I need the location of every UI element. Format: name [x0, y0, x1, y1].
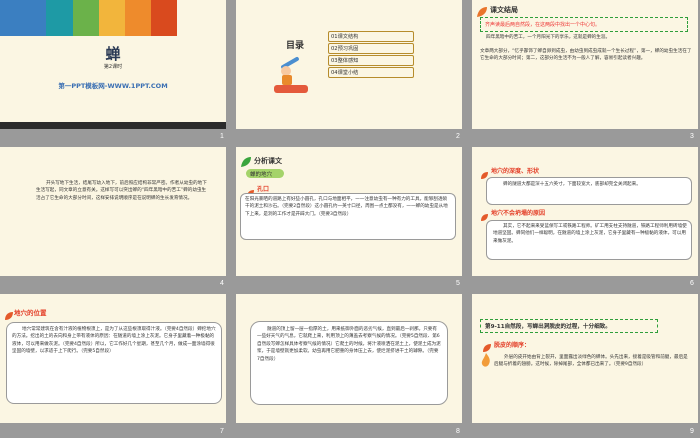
- heading-box: 第9-11自然段，写蝉出洞脱皮的过程，十分细致。: [480, 319, 658, 333]
- slide-thumbnail-4[interactable]: 开头写地下生活，结尾写幼入地下，前后照应结构非常严密。作者从幼虫的地下生活写起，…: [0, 147, 226, 276]
- slide-thumbnail-2[interactable]: 目录 01课文结构 02预习巩固 03整体感知 04课堂小结: [236, 0, 462, 129]
- slide-thumbnail-8[interactable]: 隧道的顶上留一层一指厚的土，用来抵御外面的恶劣气候，直到最后一刹那。只要有一些好…: [236, 294, 462, 423]
- content-box: 在阳光暴晒的道路上有好些小圆孔，孔口与地面相平，一一注意幼虫有一种有力的工具，能…: [240, 193, 456, 240]
- paragraph-2: 其实，它不起来来受蓝保写工或铁路工程师。矿工用支柱支持隧道，铁路工程师利用砖墙使…: [493, 224, 687, 244]
- content-box-1: 蝉的隧道大都是深十五六英寸，下面较宽大，底部却完全关闭起来。: [486, 177, 692, 205]
- section-subtitle: 孔口: [257, 186, 270, 193]
- slide-title: 地穴的位置: [14, 309, 47, 317]
- content-box-2: 其实，它不起来来受蓝保写工或铁路工程师。矿工用支柱支持隧道，铁路工程师利用砖墙使…: [486, 220, 692, 260]
- paragraph-1: 四年黑暗中的苦工，一个月阳光下的享乐，这就是蝉的生涯。: [486, 35, 611, 40]
- slide-thumbnail-3[interactable]: 课文结局 齐声读最后两自然段，在这两段中找出一个中心句。 四年黑暗中的苦工，一个…: [472, 0, 698, 129]
- slide-thumbnail-1[interactable]: 蝉 第2课时 第一PPT模板网-WWW.1PPT.COM: [0, 0, 226, 129]
- title-leaf-icon: [4, 306, 14, 320]
- content-box: 隧道的顶上留一层一指厚的土，用来抵御外面的恶劣气候，直到最后一刹那。只要有一些好…: [250, 321, 448, 405]
- bottom-bar: [0, 122, 226, 129]
- brand-text: 第一PPT模板网-WWW.1PPT.COM: [58, 82, 168, 90]
- toc-heading: 目录: [286, 41, 305, 51]
- slide-number-5: 5: [456, 280, 460, 287]
- subtitle-leaf-icon: [482, 338, 492, 352]
- paragraph: 在阳光暴晒的道路上有好些小圆孔，孔口与地面相平，一一注意幼虫有一种有力的工具，能…: [245, 197, 448, 217]
- paragraph: 地穴常常建筑在含有汁液的植物根须上，是为了从这些根须取得汁液。（完要4自然段）蝉…: [12, 327, 216, 355]
- color-bar-6: [125, 0, 151, 36]
- slide-title: 课文结局: [490, 6, 518, 14]
- heading-leaf-icon-1: [480, 165, 489, 179]
- slide-thumbnail-7[interactable]: 地穴的位置 地穴常常建筑在含有汁液的植物根须上，是为了从这些根须取得汁液。（完要…: [0, 294, 226, 423]
- slide-number-7: 7: [220, 428, 224, 435]
- color-bar-4: [73, 0, 99, 36]
- decoration-flame-icon: [480, 352, 492, 368]
- heading-leaf-icon-2: [480, 207, 489, 221]
- color-bars: [0, 0, 226, 36]
- color-bar-1: [0, 0, 26, 36]
- paragraph: 开头写地下生活，结尾写幼入地下，前后照应结构非常严密。作者从幼虫的地下生活写起，…: [36, 181, 207, 201]
- slide-number-6: 6: [690, 280, 694, 287]
- subtitle-leaf-icon: [246, 183, 255, 197]
- title-leaf-icon: [476, 3, 488, 17]
- title-leaf-icon: [240, 153, 252, 167]
- paragraph-2: 文章两大部分，“忆乎鄙饰了蝉自卵到成虫，由幼虫到成虫成就一个生长过程”，第一，蝉…: [480, 49, 692, 62]
- paragraph-1: 蝉的隧道大都是深十五六英寸，下面较宽大，底部却完全关闭起来。: [503, 182, 641, 187]
- toc-item-4[interactable]: 04课堂小结: [328, 67, 414, 78]
- color-bar-2: [26, 0, 46, 36]
- slide-number-8: 8: [456, 428, 460, 435]
- slide-number-2: 2: [456, 133, 460, 140]
- toc-item-2[interactable]: 02预习巩固: [328, 43, 414, 54]
- slide-number-3: 3: [690, 133, 694, 140]
- section-subtitle: 脱皮的顺序：: [494, 342, 531, 349]
- heading-depth-shape: 地穴的深度、形状: [491, 168, 540, 175]
- slide-subtitle: 第2课时: [103, 64, 123, 70]
- paragraph: 外层的皮开始由背上裂开，里面露出淡绿色的蝉体。头先出来，接着是吸管和前腿，最后是…: [494, 355, 688, 368]
- slide-title: 分析课文: [254, 157, 282, 165]
- slide-thumbnail-6[interactable]: 地穴的深度、形状 蝉的隧道大都是深十五六英寸，下面较宽大，底部却完全关闭起来。 …: [472, 147, 698, 276]
- toc-item-1[interactable]: 01课文结构: [328, 31, 414, 42]
- slide-thumbnail-9[interactable]: 第9-11自然段，写蝉出洞脱皮的过程，十分细致。 脱皮的顺序： 外层的皮开始由背…: [472, 294, 698, 423]
- color-bar-3: [46, 0, 73, 36]
- slide-number-4: 4: [220, 280, 224, 287]
- heading-reason: 地穴不会坍塌的原因: [491, 210, 546, 217]
- toc-item-3[interactable]: 03整体感知: [328, 55, 414, 66]
- color-bar-5: [99, 0, 125, 36]
- decoration-character-icon: [274, 55, 308, 95]
- slide-number-9: 9: [690, 428, 694, 435]
- content-box: 地穴常常建筑在含有汁液的植物根须上，是为了从这些根须取得汁液。（完要4自然段）蝉…: [6, 322, 222, 404]
- slide-thumbnail-5[interactable]: 分析课文 蝉的地穴 孔口 在阳光暴晒的道路上有好些小圆孔，孔口与地面相平，一一注…: [236, 147, 462, 276]
- slide-number-1: 1: [220, 133, 224, 140]
- paragraph: 隧道的顶上留一层一指厚的土，用来抵御外面的恶劣气候，直到最后一刹那。只要有一些好…: [257, 327, 441, 362]
- color-bar-7: [151, 0, 177, 36]
- section-tag: 蝉的地穴: [246, 169, 284, 178]
- slide-title: 蝉: [105, 45, 121, 63]
- question-box: 齐声读最后两自然段，在这两段中找出一个中心句。: [480, 17, 688, 32]
